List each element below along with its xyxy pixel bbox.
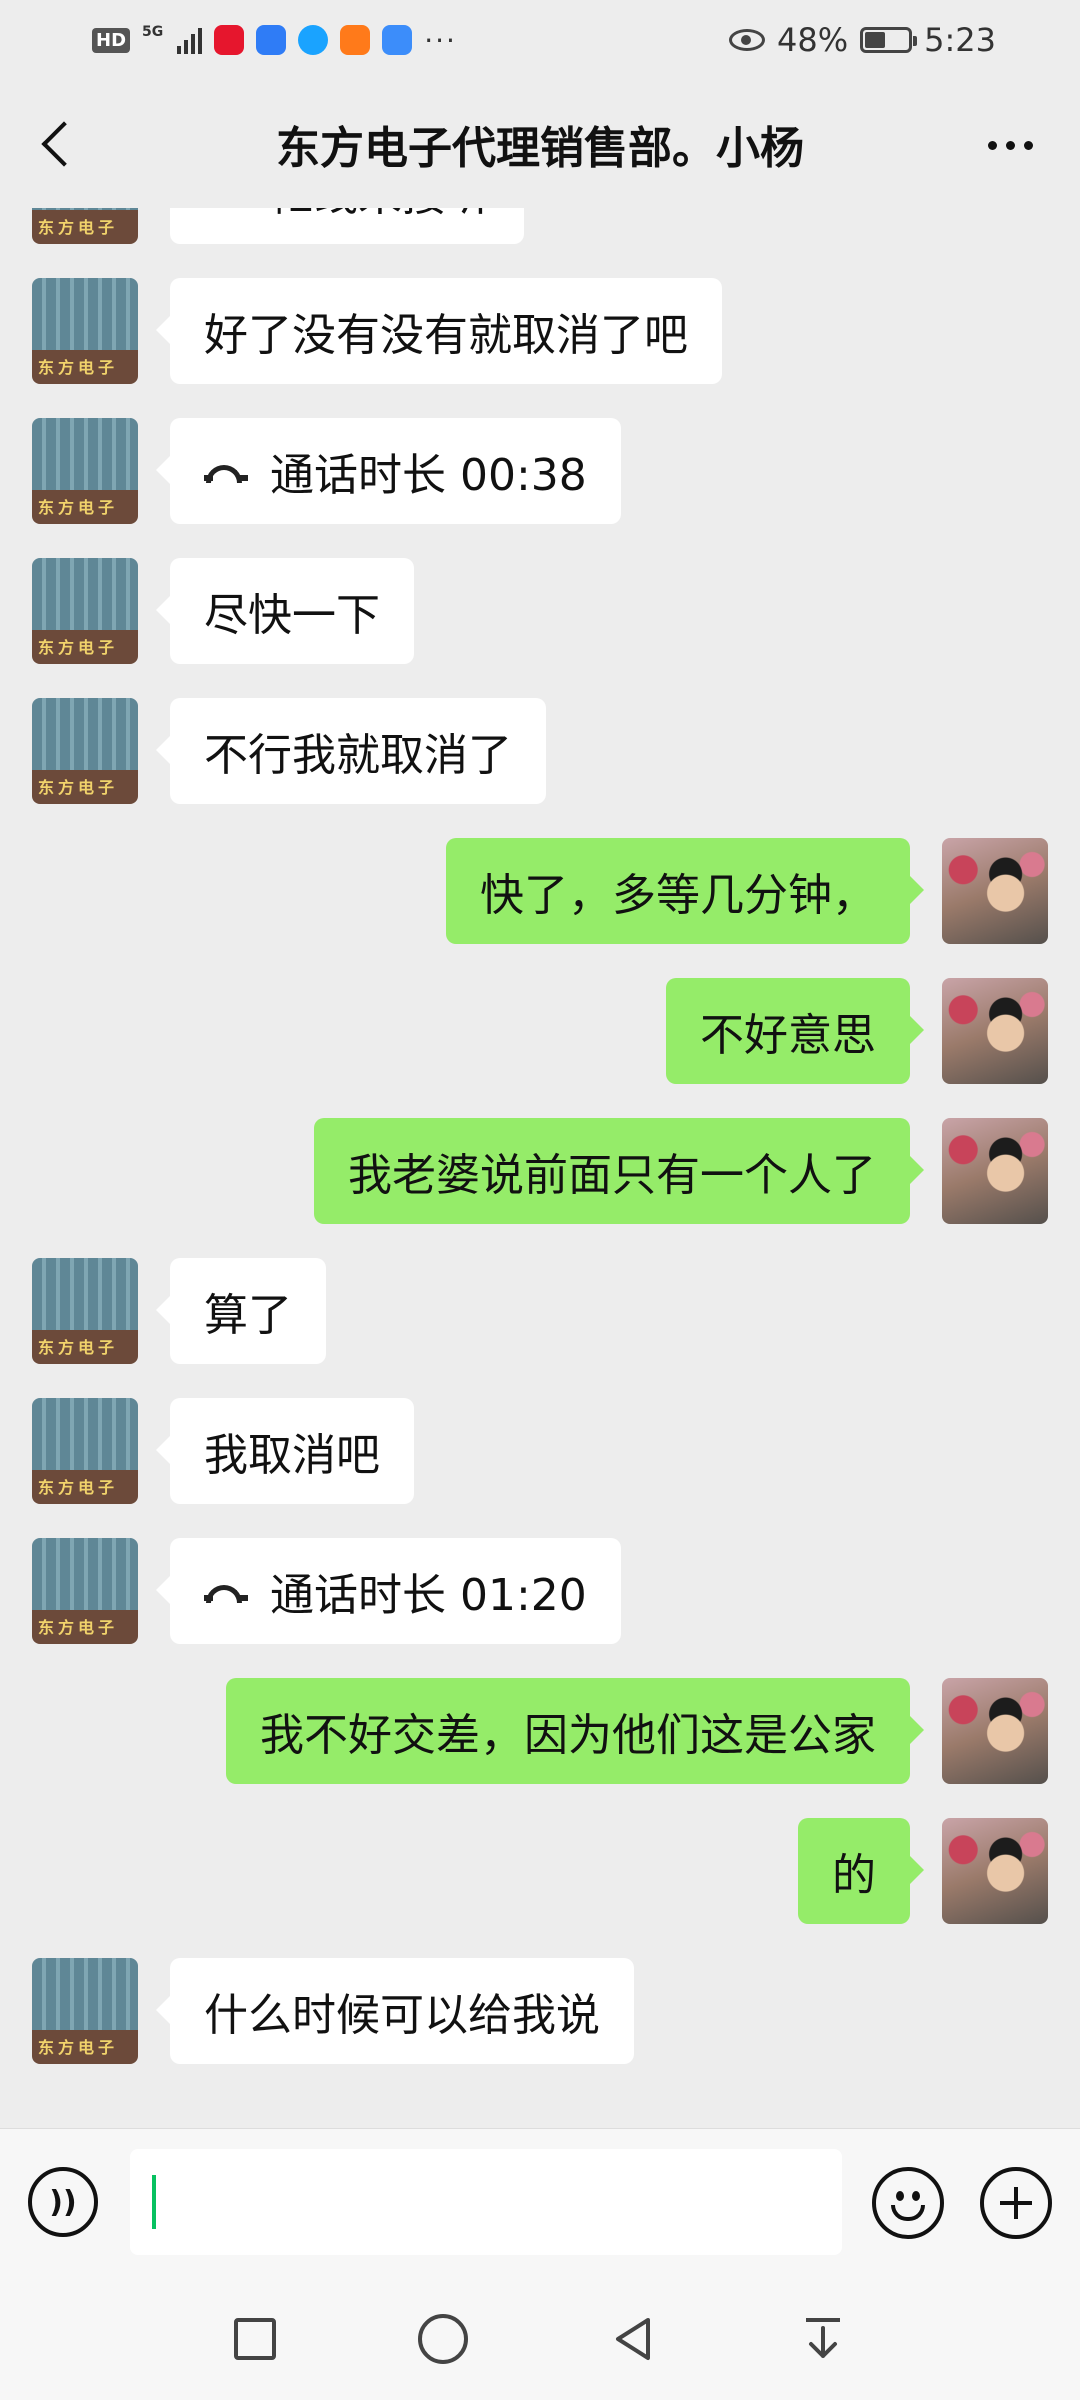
hd-badge: HD [92,27,131,53]
my-avatar[interactable] [942,1818,1048,1924]
chat-header: 东方电子代理销售部。小杨 [0,80,1080,208]
smiley-icon [896,2191,904,2201]
my-avatar[interactable] [942,978,1048,1084]
contact-avatar[interactable]: 东方电子 [32,698,138,804]
contact-avatar[interactable]: 东方电子 [32,558,138,664]
voice-icon: )) [49,2184,77,2220]
battery-fill [865,32,886,48]
avatar-sign-text: 东方电子 [38,218,119,237]
message-text: 我取消吧 [204,1430,380,1481]
system-back-button[interactable] [608,2314,658,2364]
avatar-sign-text: 东方电子 [38,1338,119,1357]
call-record-bubble[interactable]: 通话时长 01:20 [156,1538,621,1644]
avatar-sign-text: 东方电子 [38,358,119,377]
phone-call-icon [204,461,248,483]
message-text: 不行我就取消了 [204,730,512,781]
contact-avatar[interactable]: 东方电子 [32,1538,138,1644]
recent-apps-button[interactable] [234,2318,276,2360]
more-notifications-icon: ··· [424,23,457,57]
contact-avatar[interactable]: 东方电子 [32,418,138,524]
smiley-icon [891,2205,925,2221]
message-text: 什么时候可以给我说 [204,1990,600,2041]
more-dot-icon [987,140,997,150]
message-bubble[interactable]: 快了，多等几分钟， [446,838,924,944]
contact-avatar[interactable]: 东方电子 [32,278,138,384]
cloud-icon [382,25,413,55]
avatar-sign-text: 东方电子 [38,1618,119,1637]
message-text: 快了，多等几分钟， [480,870,876,921]
signal-icon [177,26,203,54]
battery-percent: 48% [777,21,849,59]
call-record-bubble[interactable]: 忙线未接听 [170,208,524,244]
message-bubble[interactable]: 尽快一下 [156,558,414,664]
avatar-sign-text: 东方电子 [38,2038,119,2057]
contact-avatar[interactable]: 东方电子 [32,1258,138,1364]
voice-input-button[interactable]: )) [28,2167,98,2237]
status-bar-left: HD 5G ··· [92,24,457,57]
shield-icon [256,25,287,55]
my-avatar[interactable] [942,1118,1048,1224]
more-options-button[interactable] [980,120,1040,170]
my-avatar[interactable] [942,1678,1048,1784]
emoji-button[interactable] [872,2167,944,2239]
call-record-bubble[interactable]: 通话时长 00:38 [156,418,621,524]
avatar-sign-text: 东方电子 [38,778,119,797]
message-text: 好了没有没有就取消了吧 [204,310,688,361]
message-bubble[interactable]: 我不好交差，因为他们这是公家 [226,1678,924,1784]
more-dot-icon [1023,140,1033,150]
battery-icon [860,27,918,53]
message-text: 我老婆说前面只有一个人了 [348,1150,876,1201]
message-bubble[interactable]: 算了 [156,1258,326,1364]
message-bubble[interactable]: 不行我就取消了 [156,698,546,804]
message-text: 的 [832,1850,876,1901]
notification-drawer-button[interactable] [798,2314,848,2364]
avatar-sign-text: 东方电子 [38,498,119,517]
message-bubble[interactable]: 的 [798,1818,924,1924]
my-avatar[interactable] [942,838,1048,944]
contact-avatar[interactable]: 东方电子 [32,1958,138,2064]
more-dot-icon [1005,140,1015,150]
more-functions-button[interactable] [980,2167,1052,2239]
status-bar-right: 48% 5:23 [729,21,996,59]
chat-title: 东方电子代理销售部。小杨 [276,123,804,174]
message-bubble[interactable]: 我老婆说前面只有一个人了 [314,1118,924,1224]
smiley-icon [912,2191,920,2201]
contact-avatar[interactable]: 东方电子 [32,208,138,244]
message-text: 通话时长 01:20 [270,1570,587,1621]
message-bubble[interactable]: 什么时候可以给我说 [156,1958,634,2064]
message-text: 算了 [204,1290,292,1341]
contact-avatar[interactable]: 东方电子 [32,1398,138,1504]
avatar-sign-text: 东方电子 [38,1478,119,1497]
message-bubble[interactable]: 我取消吧 [156,1398,414,1504]
video-player-icon [340,25,371,55]
eye-comfort-icon [729,29,766,51]
home-button[interactable] [418,2314,468,2364]
status-bar: HD 5G ··· 48% 5:23 [0,0,1080,80]
clock: 5:23 [924,21,996,59]
text-caret [152,2175,156,2229]
message-bubble[interactable]: 不好意思 [666,978,924,1084]
message-text: 不好意思 [700,1010,876,1061]
message-text: 忙线未接听 [270,208,490,223]
message-text: 尽快一下 [204,590,380,641]
phone-call-icon [204,1581,248,1603]
weibo-icon [214,25,245,55]
message-list[interactable]: 东方电子忙线未接听东方电子好了没有没有就取消了吧东方电子通话时长 00:38东方… [0,208,1080,2120]
network-type: 5G [142,23,164,40]
avatar-sign-text: 东方电子 [38,638,119,657]
message-bubble[interactable]: 好了没有没有就取消了吧 [156,278,722,384]
message-text: 我不好交差，因为他们这是公家 [260,1710,876,1761]
message-input[interactable] [130,2149,842,2255]
back-button[interactable] [28,114,88,174]
message-text: 通话时长 00:38 [270,450,587,501]
browser-icon [298,25,329,55]
system-nav-bar [0,2280,1080,2400]
chevron-left-icon [41,121,87,167]
input-bar: )) [0,2128,1080,2281]
